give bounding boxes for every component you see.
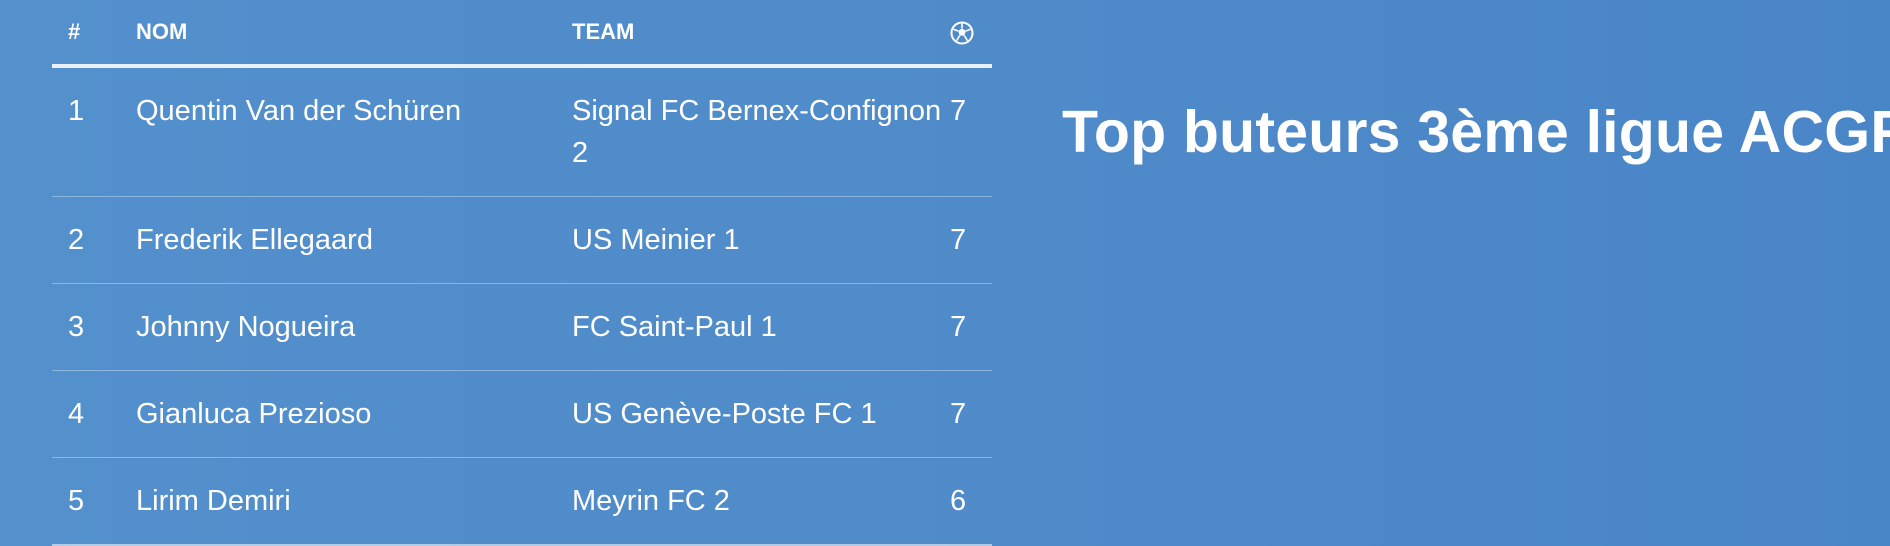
- table-row: 5 Lirim Demiri Meyrin FC 2 6: [52, 457, 992, 546]
- goals-header: [950, 0, 992, 68]
- table-row: 1 Quentin Van der Schüren Signal FC Bern…: [52, 66, 992, 197]
- table-row: 2 Frederik Ellegaard US Meinier 1 7: [52, 196, 992, 284]
- team-cell: US Genève-Poste FC 1: [572, 370, 950, 458]
- goals-cell: 6: [950, 457, 992, 546]
- rank-cell: 1: [52, 66, 136, 197]
- player-name-cell: Lirim Demiri: [136, 457, 572, 546]
- team-cell: FC Saint-Paul 1: [572, 283, 950, 371]
- player-name-cell: Johnny Nogueira: [136, 283, 572, 371]
- rank-cell: 4: [52, 370, 136, 458]
- player-name-cell: Quentin Van der Schüren: [136, 66, 572, 197]
- goals-cell: 7: [950, 196, 992, 284]
- rank-cell: 2: [52, 196, 136, 284]
- team-cell: US Meinier 1: [572, 196, 950, 284]
- table-header-row: # NOM TEAM: [52, 0, 992, 68]
- team-cell: Signal FC Bernex-Confignon 2: [572, 66, 950, 197]
- rank-header: #: [52, 0, 136, 68]
- page-title: Top buteurs 3ème ligue ACGF: [1062, 99, 1890, 165]
- scorers-table-container: # NOM TEAM 1 Quentin Van der Schüren Sig…: [52, 0, 992, 546]
- rank-cell: 3: [52, 283, 136, 371]
- name-header: NOM: [136, 0, 572, 68]
- team-header: TEAM: [572, 0, 950, 68]
- top-scorers-table: # NOM TEAM 1 Quentin Van der Schüren Sig…: [52, 0, 992, 546]
- goals-cell: 7: [950, 370, 992, 458]
- soccer-ball-icon: [950, 21, 974, 45]
- rank-cell: 5: [52, 457, 136, 546]
- goals-cell: 7: [950, 283, 992, 371]
- player-name-cell: Gianluca Prezioso: [136, 370, 572, 458]
- player-name-cell: Frederik Ellegaard: [136, 196, 572, 284]
- table-row: 3 Johnny Nogueira FC Saint-Paul 1 7: [52, 283, 992, 371]
- goals-cell: 7: [950, 66, 992, 197]
- team-cell: Meyrin FC 2: [572, 457, 950, 546]
- table-row: 4 Gianluca Prezioso US Genève-Poste FC 1…: [52, 370, 992, 458]
